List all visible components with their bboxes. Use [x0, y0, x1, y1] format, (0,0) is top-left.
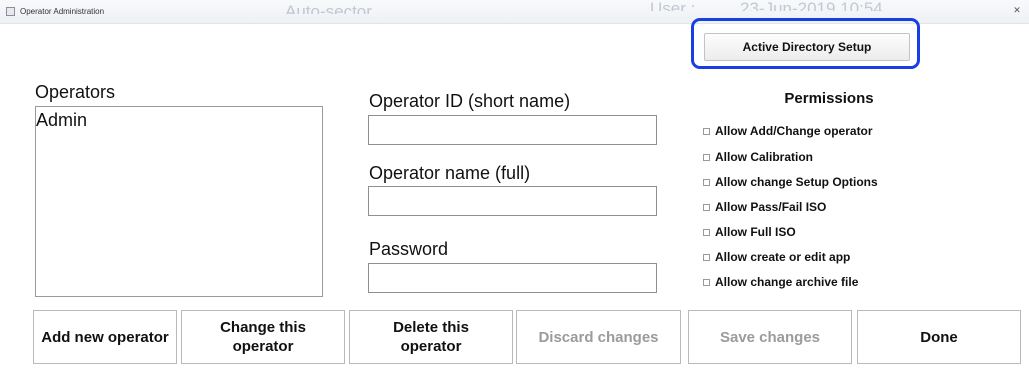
- operator-name-label: Operator name (full): [369, 163, 531, 183]
- button-label-line: operator: [400, 338, 462, 355]
- watermark-text: Auto-sector: [285, 2, 372, 21]
- password-label: Password: [369, 239, 449, 259]
- list-item[interactable]: Admin: [36, 107, 322, 131]
- button-label-line: Delete this: [393, 319, 469, 336]
- app-icon: [6, 7, 15, 16]
- save-changes-button[interactable]: Save changes: [688, 310, 852, 364]
- operator-id-label: Operator ID (short name): [369, 91, 571, 111]
- permission-label: Allow Add/Change operator: [715, 124, 873, 138]
- checkbox[interactable]: [703, 153, 710, 161]
- watermark-text: 23-Jun-2019 10:54: [740, 0, 883, 18]
- done-button[interactable]: Done: [857, 310, 1021, 364]
- button-label-line: Change this: [220, 319, 306, 336]
- permissions-title: Permissions: [784, 90, 874, 107]
- close-icon[interactable]: ✕: [1011, 4, 1023, 16]
- permission-setup-options[interactable]: Allow change Setup Options: [703, 174, 878, 190]
- checkbox[interactable]: [703, 278, 710, 286]
- permission-calibration[interactable]: Allow Calibration: [703, 149, 813, 165]
- operator-name-field[interactable]: [368, 186, 657, 216]
- permission-label: Allow Calibration: [715, 150, 814, 164]
- operators-label: Operators: [35, 82, 116, 102]
- permission-create-edit-app[interactable]: Allow create or edit app: [703, 249, 850, 265]
- active-directory-setup-button[interactable]: Active Directory Setup: [704, 33, 910, 61]
- permission-full-iso[interactable]: Allow Full ISO: [703, 224, 796, 240]
- change-operator-button[interactable]: Change this operator: [181, 310, 345, 364]
- permission-add-change-operator[interactable]: Allow Add/Change operator: [703, 123, 873, 139]
- permission-label: Allow create or edit app: [715, 250, 851, 264]
- permission-label: Allow change Setup Options: [715, 175, 878, 189]
- operators-list[interactable]: Admin: [35, 106, 323, 297]
- discard-changes-button[interactable]: Discard changes: [516, 310, 681, 364]
- permission-archive-file[interactable]: Allow change archive file: [703, 274, 858, 290]
- button-label-line: operator: [232, 338, 294, 355]
- operator-id-field[interactable]: [368, 115, 657, 145]
- permission-pass-fail-iso[interactable]: Allow Pass/Fail ISO: [703, 199, 826, 215]
- checkbox[interactable]: [703, 127, 710, 135]
- checkbox[interactable]: [703, 228, 710, 236]
- permission-label: Allow Pass/Fail ISO: [715, 200, 827, 214]
- watermark-text: User :: [650, 0, 696, 18]
- add-new-operator-button[interactable]: Add new operator: [33, 310, 177, 364]
- window-title: Operator Administration: [20, 7, 105, 16]
- password-field[interactable]: [368, 263, 657, 293]
- permission-label: Allow Full ISO: [715, 225, 796, 239]
- delete-operator-button[interactable]: Delete this operator: [349, 310, 513, 364]
- checkbox[interactable]: [703, 203, 710, 211]
- checkbox[interactable]: [703, 253, 710, 261]
- checkbox[interactable]: [703, 178, 710, 186]
- permission-label: Allow change archive file: [715, 275, 859, 289]
